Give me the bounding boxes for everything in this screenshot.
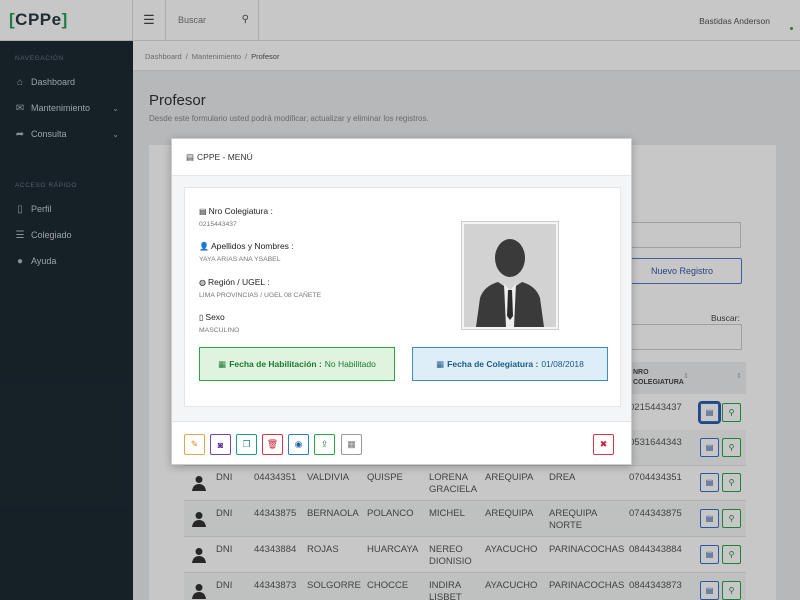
profile-photo — [461, 221, 559, 330]
modal-footer: ✎ ◙ ❐ 🗑 ◉ ⇪ ▦ ✖ — [172, 421, 631, 466]
field-value-nro-colegiatura: 0215443437 — [199, 221, 237, 228]
cppe-menu-modal: ▤ CPPE - MENÚ ▤ Nro Colegiatura : 02154434… — [171, 138, 632, 465]
close-icon: ✖ — [599, 439, 608, 449]
view-button[interactable]: ◉ — [288, 434, 309, 455]
field-label-nro-colegiatura: ▤ Nro Colegiatura : — [199, 206, 273, 216]
field-value-region-ugel: LIMA PROVINCIAS / UGEL 08 CAÑETE — [199, 292, 322, 299]
money-icon: ◙ — [217, 439, 224, 450]
calendar-icon: ▦ — [218, 358, 227, 369]
edit-button[interactable]: ✎ — [184, 434, 205, 455]
trash-icon: 🗑 — [266, 439, 279, 449]
modal-body: ▤ Nro Colegiatura : 0215443437 👤 Apellidos… — [172, 176, 631, 421]
calendar-button[interactable]: ▦ — [341, 434, 362, 455]
modal-header: ▤ CPPE - MENÚ — [172, 139, 631, 176]
avatar-placeholder-icon — [464, 224, 556, 327]
close-button[interactable]: ✖ — [593, 434, 614, 455]
copy-icon: ❐ — [242, 439, 251, 449]
calendar-icon: ▦ — [347, 439, 356, 449]
fecha-colegiatura-box: ▦ Fecha de Colegiatura :01/08/2018 — [412, 347, 608, 381]
field-label-region-ugel: ◍ Región / UGEL : — [199, 277, 270, 287]
duplicate-button[interactable]: ❐ — [236, 434, 257, 455]
id-card-icon: ▤ — [186, 152, 195, 162]
upload-icon: ⇪ — [320, 439, 329, 449]
field-label-apellidos-nombres: 👤 Apellidos y Nombres : — [199, 241, 294, 251]
mobile-icon: ▯ — [199, 313, 204, 322]
fecha-habilitacion-box: ▦ Fecha de Habilitación : No Habilitado — [199, 347, 395, 381]
field-label-sexo: ▯ Sexo — [199, 312, 225, 322]
id-card-icon: ▤ — [199, 207, 207, 216]
upload-button[interactable]: ⇪ — [314, 434, 335, 455]
globe-icon: ◍ — [199, 278, 206, 287]
user-icon: 👤 — [199, 242, 209, 251]
calendar-icon: ▦ — [436, 358, 445, 369]
delete-button[interactable]: 🗑 — [262, 434, 283, 455]
info-card: ▤ Nro Colegiatura : 0215443437 👤 Apellidos… — [184, 187, 621, 407]
view-payment-button[interactable]: ◙ — [210, 434, 231, 455]
field-value-apellidos-nombres: YAYA ARIAS ANA YSABEL — [199, 256, 281, 263]
edit-icon: ✎ — [190, 439, 199, 449]
field-value-sexo: MASCULINO — [199, 327, 240, 334]
modal-title: CPPE - MENÚ — [197, 152, 253, 162]
eye-icon: ◉ — [294, 439, 303, 449]
